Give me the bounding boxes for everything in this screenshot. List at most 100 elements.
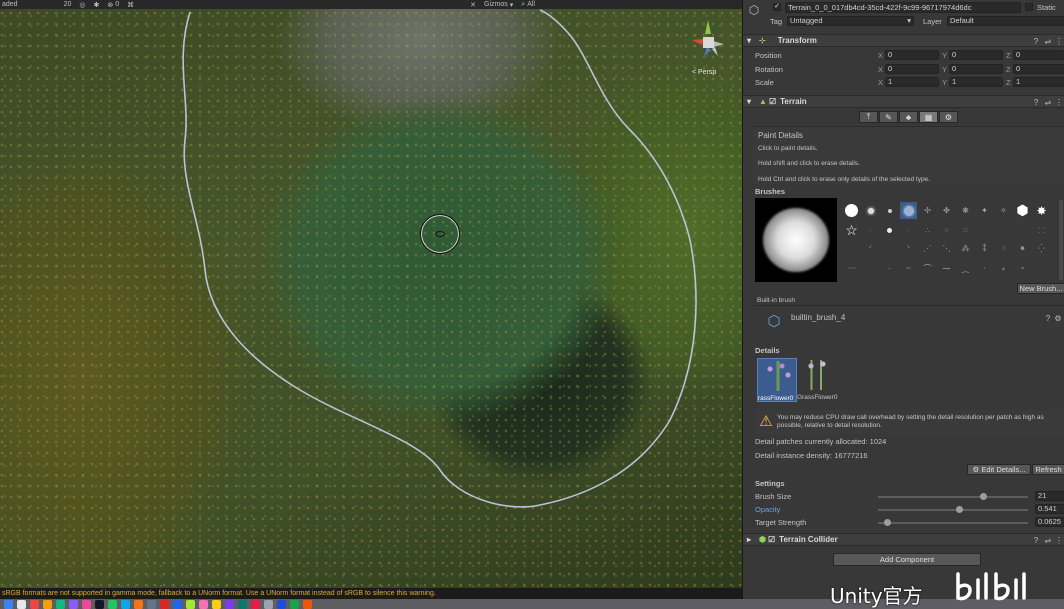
dock-app-icon[interactable]	[69, 599, 78, 609]
dock-app-icon[interactable]	[225, 599, 234, 609]
brush-stroke-icon[interactable]: ‐	[881, 260, 898, 277]
new-brush-button[interactable]: New Brush...	[1017, 283, 1064, 294]
position-z-field[interactable]: 0	[1013, 50, 1064, 60]
more-options-icon[interactable]: ⋮	[1054, 36, 1064, 46]
brush-stroke-icon[interactable]: ᐧ	[976, 260, 993, 277]
dock-app-icon[interactable]	[173, 599, 182, 609]
detail-item[interactable]: GrassFlower0	[797, 358, 837, 402]
dock-app-icon[interactable]	[238, 599, 247, 609]
brush-splat-icon[interactable]: ✣	[919, 202, 936, 219]
dock-app-icon[interactable]	[290, 599, 299, 609]
slider-track[interactable]	[878, 522, 1028, 524]
dock-app-icon[interactable]	[264, 599, 273, 609]
slider-thumb[interactable]	[980, 493, 987, 500]
setting-value-field[interactable]: 0.0625	[1035, 517, 1064, 527]
more-options-icon[interactable]: ⋮	[1054, 535, 1064, 545]
gizmo-tools[interactable]: ⌘	[127, 1, 134, 9]
setting-value-field[interactable]: 21	[1035, 491, 1064, 501]
scale-x-field[interactable]: 1	[885, 77, 939, 87]
transform-header[interactable]: ▾ ⊹ Transform	[743, 34, 1064, 47]
brush-smudge-icon[interactable]: ∴	[919, 222, 936, 239]
more-options-icon[interactable]: ⋮	[1054, 97, 1064, 107]
help-icon[interactable]: ?	[1031, 535, 1041, 545]
brush-dot-icon[interactable]: ·	[862, 222, 879, 239]
dock-app-icon[interactable]	[56, 599, 65, 609]
dock-app-icon[interactable]	[17, 599, 26, 609]
dock-app-icon[interactable]	[82, 599, 91, 609]
rotation-y-field[interactable]: 0	[949, 64, 1003, 74]
console-status-bar[interactable]: sRGB formats are not supported in gamma …	[0, 588, 742, 599]
brush-splat-icon[interactable]: ❋	[957, 202, 974, 219]
preset-icon[interactable]: ⇌	[1043, 97, 1053, 107]
brush-grass-icon[interactable]: ⁂	[957, 240, 974, 257]
gizmos-dropdown[interactable]: Gizmos ▾	[484, 1, 513, 9]
brush-selected-icon[interactable]	[900, 202, 917, 219]
dock-app-icon[interactable]	[95, 599, 104, 609]
brush-grass-icon[interactable]: ⋱	[938, 240, 955, 257]
brush-stroke-icon[interactable]: ⁃	[1014, 260, 1031, 277]
brush-star-burst-icon[interactable]: ✸	[1033, 202, 1050, 219]
position-y-field[interactable]: 0	[949, 50, 1003, 60]
paint-texture-tool-button[interactable]: ✎	[879, 111, 898, 123]
dock-app-icon[interactable]	[147, 599, 156, 609]
add-component-button[interactable]: Add Component	[833, 553, 981, 566]
dock-app-icon[interactable]	[277, 599, 286, 609]
dock-app-icon[interactable]	[121, 599, 130, 609]
brush-dot-icon[interactable]	[881, 222, 898, 239]
brush-splat-icon[interactable]: ✦	[976, 202, 993, 219]
settings-gear-icon[interactable]: ⚙	[1053, 313, 1063, 323]
help-icon[interactable]: ?	[1031, 97, 1041, 107]
paint-details-tool-button[interactable]: ▦	[919, 111, 938, 123]
preset-icon[interactable]: ⇌	[1043, 535, 1053, 545]
brush-soft-icon[interactable]	[881, 202, 898, 219]
rotation-z-field[interactable]: 0	[1013, 64, 1064, 74]
dock-app-icon[interactable]	[134, 599, 143, 609]
brush-stroke-icon[interactable]: 〰	[843, 260, 860, 277]
dock-app-icon[interactable]	[212, 599, 221, 609]
terrain-header[interactable]: ▾ ▲ ☑ Terrain	[743, 95, 1064, 108]
slider-track[interactable]	[878, 509, 1028, 511]
tools-toggle[interactable]: ✕	[470, 1, 476, 9]
slider-track[interactable]	[878, 496, 1028, 498]
brush-stroke-icon[interactable]: ~	[900, 260, 917, 277]
slider-thumb[interactable]	[956, 506, 964, 513]
camera-speed[interactable]: 20	[64, 1, 72, 8]
brush-grid[interactable]: ✣ ✤ ❋ ✦ ✧ ⬢ ✸ ☆ · · ∴ ⁘ ⁙ ⸬ ᐟ ᐠ ⋰ ⋱ ⁂ ⁑ …	[841, 200, 1064, 286]
brush-smudge-icon[interactable]: ⁘	[938, 222, 955, 239]
audio-toggle[interactable]: ⊗ 0	[107, 1, 119, 9]
brush-hexagon-icon[interactable]: ⬢	[1014, 202, 1031, 219]
perspective-label[interactable]: < Persp	[692, 69, 716, 76]
brush-grid-scrollbar[interactable]	[1059, 200, 1063, 280]
paint-trees-tool-button[interactable]: ♣	[899, 111, 918, 123]
brush-splat-icon[interactable]: ✧	[995, 202, 1012, 219]
setting-value-field[interactable]: 0.541	[1035, 504, 1064, 514]
brush-grass-icon[interactable]: ⁛	[1033, 240, 1050, 257]
dock-app-icon[interactable]	[4, 599, 13, 609]
preset-icon[interactable]: ⇌	[1043, 36, 1053, 46]
tag-dropdown[interactable]: Untagged ▾	[787, 16, 914, 26]
brush-star-outline-icon[interactable]: ☆	[843, 222, 860, 239]
layer-dropdown[interactable]: Default	[947, 16, 1064, 26]
dock-app-icon[interactable]	[30, 599, 39, 609]
object-name-field[interactable]: Terrain_0_0_017db4cd-35cd-422f-9c99-9671…	[785, 2, 1021, 13]
slider-thumb[interactable]	[884, 519, 892, 526]
dock-app-icon[interactable]	[251, 599, 260, 609]
brush-grass-icon[interactable]: ⋰	[919, 240, 936, 257]
terrain-collider-header[interactable]: ▸ ⬢ ☑ Terrain Collider	[743, 533, 1064, 546]
scale-y-field[interactable]: 1	[949, 77, 1003, 87]
dock-app-icon[interactable]	[108, 599, 117, 609]
help-icon[interactable]: ?	[1031, 36, 1041, 46]
brush-stroke-icon[interactable]: ⸗	[995, 260, 1012, 277]
brush-stroke-icon[interactable]: ⁓	[938, 260, 955, 277]
detail-item-selected[interactable]: rassFlower0	[757, 358, 797, 402]
brush-smudge-icon[interactable]: ·	[900, 222, 917, 239]
brush-soft-icon[interactable]	[862, 202, 879, 219]
position-x-field[interactable]: 0	[885, 50, 939, 60]
shading-mode-dropdown[interactable]: aded	[2, 1, 18, 8]
gameobject-active-checkbox[interactable]: ✓	[773, 3, 781, 11]
brush-smudge-icon[interactable]: ⁙	[957, 222, 974, 239]
scale-z-field[interactable]: 1	[1013, 77, 1064, 87]
dock-app-icon[interactable]	[186, 599, 195, 609]
visibility-toggle[interactable]: ◎	[79, 1, 85, 9]
dock-app-icon[interactable]	[43, 599, 52, 609]
